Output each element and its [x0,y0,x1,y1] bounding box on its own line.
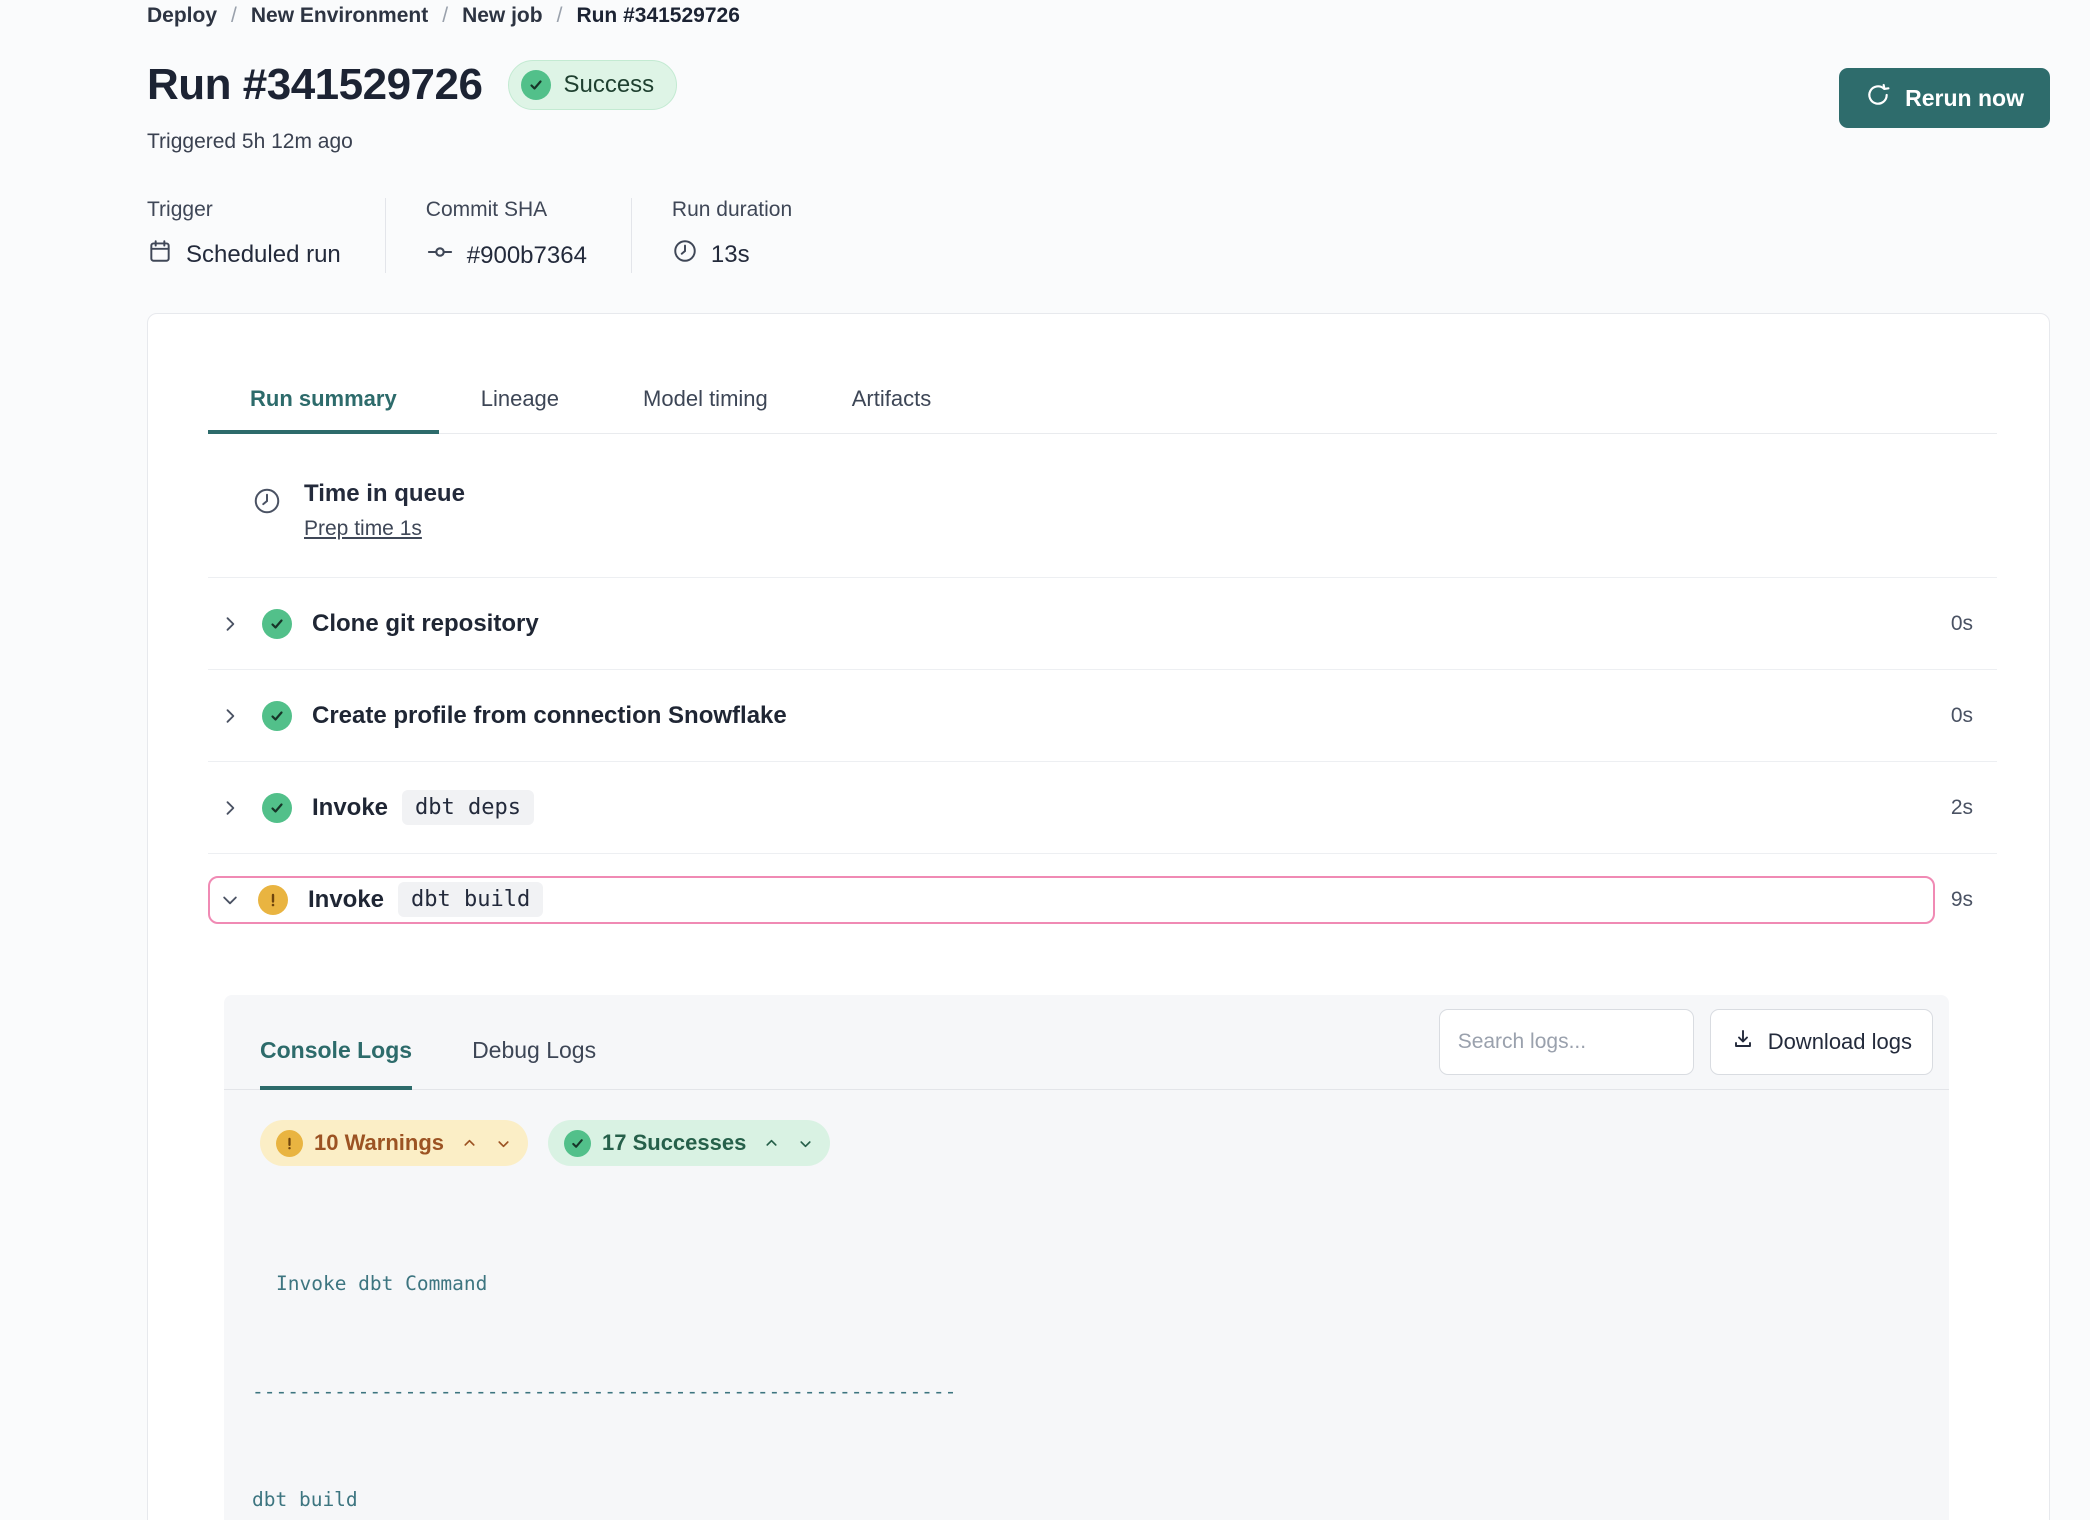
duration-label: Run duration [672,198,792,222]
warning-icon [276,1130,303,1157]
expanded-step-box[interactable]: Invoke dbt build [208,876,1935,924]
rerun-now-label: Rerun now [1905,85,2024,112]
page-title: Run #341529726 [147,60,482,110]
download-logs-label: Download logs [1768,1029,1912,1055]
chevron-right-icon[interactable] [220,614,240,634]
success-check-icon [262,609,292,639]
clock-icon [672,238,698,271]
commit-meta: Commit SHA #900b7364 [385,198,631,273]
successes-badge[interactable]: 17 Successes [548,1120,830,1166]
time-in-queue-section: Time in queue Prep time 1s [252,480,1997,541]
trigger-value: Scheduled run [147,238,341,271]
step-label: Clone git repository [312,610,539,638]
step-row-dbt-deps[interactable]: Invoke dbt deps 2s [208,761,1997,853]
run-summary-card: Run summary Lineage Model timing Artifac… [147,313,2050,1520]
breadcrumb-current-run: Run #341529726 [576,4,739,28]
main-tabs: Run summary Lineage Model timing Artifac… [208,386,1997,434]
triggered-time: Triggered 5h 12m ago [147,130,2050,154]
search-logs-input[interactable] [1439,1009,1694,1075]
chevron-right-icon[interactable] [220,798,240,818]
logs-controls: Download logs [1439,1009,1933,1089]
log-command-divider: ----------------------------------------… [224,1374,1949,1410]
tab-run-summary[interactable]: Run summary [208,386,439,434]
step-label: Invoke [308,886,384,914]
log-command: dbt build [224,1482,1949,1518]
header-row: Run #341529726 Success [147,60,2050,110]
step-duration: 9s [1951,888,1973,912]
time-in-queue-title: Time in queue [304,480,465,508]
step-label: Invoke [312,794,388,822]
chevron-up-icon[interactable] [461,1135,478,1152]
logs-panel: Console Logs Debug Logs Download logs [224,995,1949,1520]
check-circle-icon [521,70,551,100]
step-row-dbt-build[interactable]: Invoke dbt build 9s [208,853,1997,945]
success-check-icon [262,793,292,823]
step-duration: 2s [1951,796,1973,820]
run-meta-row: Trigger Scheduled run Commit SHA #900b73… [147,198,2050,273]
step-row-clone-git[interactable]: Clone git repository 0s [208,577,1997,669]
duration-value: 13s [672,238,792,271]
tab-model-timing[interactable]: Model timing [601,386,810,434]
run-detail-page: Deploy / New Environment / New job / Run… [0,0,2090,1520]
step-command-chip: dbt build [398,882,543,917]
chevron-down-icon[interactable] [220,890,240,910]
breadcrumb-new-job[interactable]: New job [462,4,543,28]
warnings-badge[interactable]: 10 Warnings [260,1120,528,1166]
step-row-create-profile[interactable]: Create profile from connection Snowflake… [208,669,1997,761]
logs-header: Console Logs Debug Logs Download logs [224,995,1949,1090]
chevron-down-icon[interactable] [797,1135,814,1152]
download-icon [1731,1027,1755,1057]
step-duration: 0s [1951,612,1973,636]
warning-icon [258,885,288,915]
trigger-meta: Trigger Scheduled run [147,198,385,273]
tab-console-logs[interactable]: Console Logs [260,1009,412,1090]
clock-icon [252,480,282,541]
success-check-icon [262,701,292,731]
warnings-badge-label: 10 Warnings [314,1130,444,1156]
step-label: Create profile from connection Snowflake [312,702,787,730]
calendar-icon [147,238,173,271]
status-badge: Success [508,60,677,110]
step-command-chip: dbt deps [402,790,534,825]
chevron-up-icon[interactable] [763,1135,780,1152]
breadcrumb-separator: / [557,4,563,28]
download-logs-button[interactable]: Download logs [1710,1009,1933,1075]
logs-tabs: Console Logs Debug Logs [260,1009,656,1089]
chevron-right-icon[interactable] [220,706,240,726]
breadcrumb-separator: / [442,4,448,28]
commit-icon [426,238,454,273]
breadcrumb-new-environment[interactable]: New Environment [251,4,428,28]
log-filter-badges: 10 Warnings 17 Successes [260,1120,1949,1166]
breadcrumb-deploy[interactable]: Deploy [147,4,217,28]
tab-lineage[interactable]: Lineage [439,386,601,434]
commit-value: #900b7364 [426,238,587,273]
console-log-output: Invoke dbt Command ---------------------… [224,1194,1949,1520]
chevron-down-icon[interactable] [495,1135,512,1152]
tab-debug-logs[interactable]: Debug Logs [472,1009,596,1090]
rerun-icon [1865,82,1891,114]
breadcrumb: Deploy / New Environment / New job / Run… [147,2,2050,28]
rerun-now-button[interactable]: Rerun now [1839,68,2050,128]
status-badge-label: Success [563,71,654,99]
breadcrumb-separator: / [231,4,237,28]
successes-badge-label: 17 Successes [602,1130,746,1156]
step-duration: 0s [1951,704,1973,728]
tab-artifacts[interactable]: Artifacts [810,386,973,434]
commit-label: Commit SHA [426,198,587,222]
steps-list: Clone git repository 0s Create profile f… [208,577,1997,945]
trigger-label: Trigger [147,198,341,222]
log-command-title: Invoke dbt Command [224,1266,1949,1302]
duration-meta: Run duration 13s [631,198,836,273]
prep-time-link[interactable]: Prep time 1s [304,517,422,541]
success-check-icon [564,1130,591,1157]
